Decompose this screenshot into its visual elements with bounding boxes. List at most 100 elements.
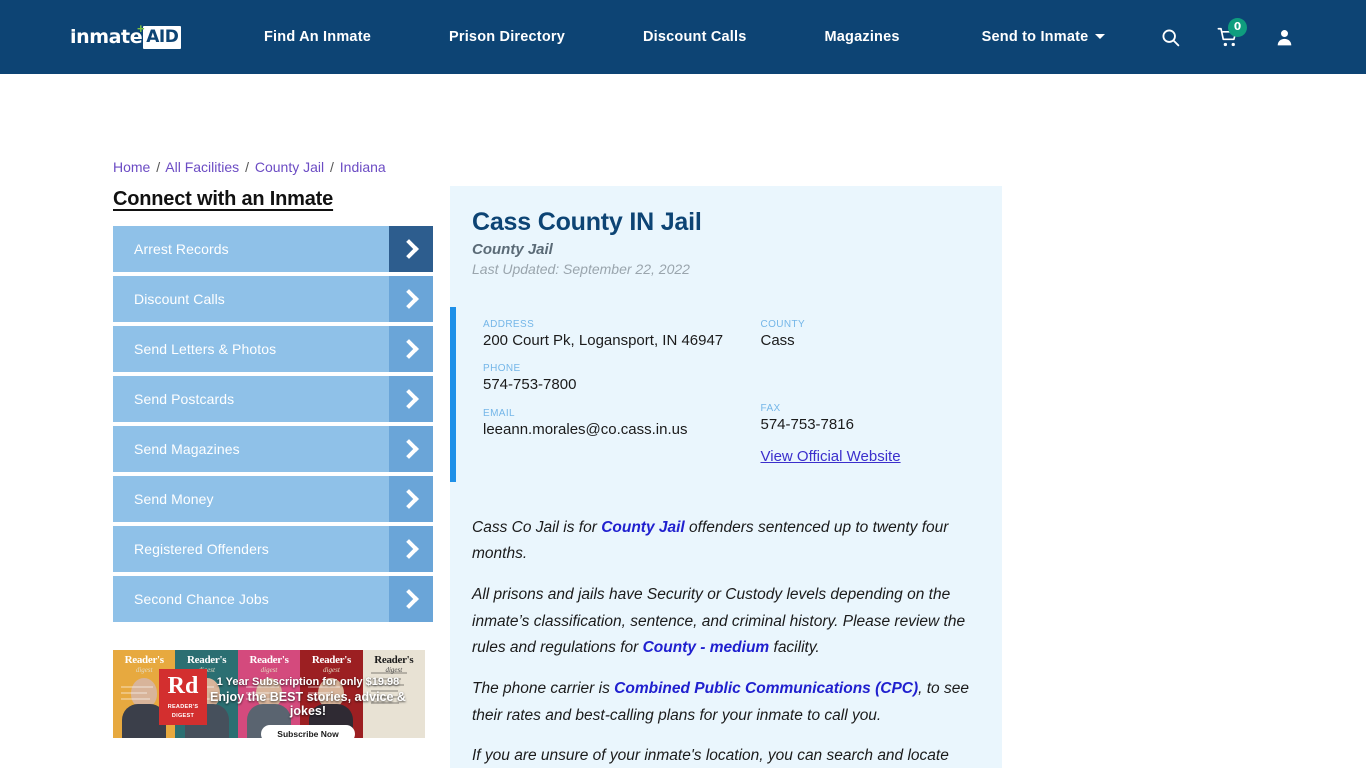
ad-cover-title: Reader's xyxy=(311,654,351,666)
sidebar-item-send-postcards[interactable]: Send Postcards xyxy=(113,376,433,422)
cart-count-badge: 0 xyxy=(1228,17,1247,37)
chevron-right-icon xyxy=(389,526,433,572)
sidebar-item-second-chance-jobs[interactable]: Second Chance Jobs xyxy=(113,576,433,622)
sidebar-item-send-magazines[interactable]: Send Magazines xyxy=(113,426,433,472)
sidebar-item-registered-offenders[interactable]: Registered Offenders xyxy=(113,526,433,572)
nav-item-find-an-inmate[interactable]: Find An Inmate xyxy=(264,29,371,45)
facility-type: County Jail xyxy=(472,241,553,258)
sidebar-item-label: Send Postcards xyxy=(113,376,389,422)
breadcrumb-item-home[interactable]: Home xyxy=(113,159,150,175)
contact-value-email: leeann.morales@co.cass.in.us xyxy=(483,420,688,438)
inline-link[interactable]: Combined Public Communications (CPC) xyxy=(614,680,918,697)
chevron-right-icon xyxy=(389,276,433,322)
page-title: Cass County IN Jail xyxy=(472,208,702,236)
ad-cover-title: Reader's xyxy=(374,654,414,666)
last-updated-text: Last Updated: September 22, 2022 xyxy=(472,261,690,277)
ad-cover-title: Reader's xyxy=(124,654,164,666)
cart-icon[interactable]: 0 xyxy=(1217,17,1247,48)
search-icon[interactable] xyxy=(1160,27,1181,48)
sidebar-item-label: Registered Offenders xyxy=(113,526,389,572)
user-icon[interactable] xyxy=(1275,27,1294,48)
breadcrumb: Home / All Facilities / County Jail / In… xyxy=(113,159,386,175)
chevron-right-icon xyxy=(389,426,433,472)
inline-link[interactable]: County - medium xyxy=(643,639,770,656)
contact-field-website: View Official Website xyxy=(761,448,981,466)
ad-cover-title: Reader's xyxy=(249,654,289,666)
contact-label-address: ADDRESS xyxy=(483,319,535,330)
contact-value-address: 200 Court Pk, Logansport, IN 46947 xyxy=(483,332,724,349)
contact-value-fax: 574-753-7816 xyxy=(760,416,854,434)
breadcrumb-separator: / xyxy=(156,159,161,175)
nav-item-discount-calls[interactable]: Discount Calls xyxy=(643,29,747,45)
contact-label-email: EMAIL xyxy=(483,407,516,419)
breadcrumb-item-indiana[interactable]: Indiana xyxy=(340,159,386,175)
site-logo[interactable]: inmate + AID xyxy=(70,21,192,53)
sidebar-item-label: Send Letters & Photos xyxy=(113,326,389,372)
inline-text: facility. xyxy=(769,639,820,657)
description-paragraph: The phone carrier is Combined Public Com… xyxy=(472,676,978,729)
official-website-link[interactable]: View Official Website xyxy=(761,448,901,465)
ad-cover-subtitle: digest xyxy=(260,666,278,674)
chevron-right-icon xyxy=(389,476,433,522)
logo-wordmark: inmate xyxy=(70,26,143,48)
inline-text: The phone carrier is xyxy=(472,679,615,697)
ad-cover-title: Reader's xyxy=(187,654,227,666)
chevron-right-icon xyxy=(389,226,433,272)
contact-field-address: ADDRESS 200 Court Pk, Logansport, IN 469… xyxy=(483,319,732,350)
sidebar: Connect with an Inmate Arrest Records Di… xyxy=(113,188,433,626)
inline-link[interactable]: County Jail xyxy=(601,519,685,536)
ad-magazine-cover: Reader's digest xyxy=(300,650,363,738)
nav-item-magazines[interactable]: Magazines xyxy=(825,29,900,45)
nav-item-prison-directory[interactable]: Prison Directory xyxy=(449,29,565,45)
facility-card: Cass County IN Jail County Jail Last Upd… xyxy=(450,186,1002,768)
chevron-down-icon xyxy=(1095,34,1106,39)
advertisement-banner[interactable]: Reader's digest Reader's digest Reader's… xyxy=(113,650,425,738)
page-body: Home / All Facilities / County Jail / In… xyxy=(0,74,1366,768)
contact-field-phone: PHONE 574-753-7800 xyxy=(483,363,732,394)
main-navigation: Find An Inmate Prison Directory Discount… xyxy=(264,29,1112,45)
ad-magazine-cover: Reader's digest xyxy=(237,650,301,738)
logo-badge: AID xyxy=(143,25,182,49)
breadcrumb-item-all-facilities[interactable]: All Facilities xyxy=(165,159,239,175)
contact-field-county: COUNTY Cass xyxy=(761,319,981,350)
contact-value-phone: 574-753-7800 xyxy=(483,376,577,394)
description-paragraph: Cass Co Jail is for County Jail offender… xyxy=(472,515,978,568)
sidebar-heading: Connect with an Inmate xyxy=(113,188,334,210)
sidebar-item-send-letters-photos[interactable]: Send Letters & Photos xyxy=(113,326,433,372)
header-icon-group: 0 xyxy=(1160,17,1294,48)
facility-header: Cass County IN Jail County Jail Last Upd… xyxy=(450,208,1002,277)
sidebar-item-discount-calls[interactable]: Discount Calls xyxy=(113,276,433,322)
sidebar-item-send-money[interactable]: Send Money xyxy=(113,476,433,522)
description-paragraph: If you are unsure of your inmate's locat… xyxy=(472,743,978,768)
contact-label-fax: FAX xyxy=(760,403,781,415)
inline-text: Cass Co Jail is for xyxy=(472,518,602,536)
breadcrumb-separator: / xyxy=(330,159,334,175)
ad-cover-subtitle: digest xyxy=(323,666,340,674)
facility-description: Cass Co Jail is for County Jail offender… xyxy=(450,515,1002,768)
chevron-right-icon xyxy=(389,576,433,622)
nav-item-send-to-inmate[interactable]: Send to Inmate xyxy=(982,29,1106,45)
contact-column-right: COUNTY Cass FAX 574-753-7816 View Offici… xyxy=(732,319,981,466)
logo-plus-icon: + xyxy=(137,21,145,36)
chevron-right-icon xyxy=(389,376,433,422)
facility-contact-block: ADDRESS 200 Court Pk, Logansport, IN 469… xyxy=(450,307,1002,482)
contact-column-left: ADDRESS 200 Court Pk, Logansport, IN 469… xyxy=(483,319,732,466)
ad-brand-name: READER'S DIGEST xyxy=(167,704,199,719)
contact-label-phone: PHONE xyxy=(483,363,521,375)
sidebar-item-label: Send Magazines xyxy=(113,426,389,472)
breadcrumb-item-county-jail[interactable]: County Jail xyxy=(255,159,324,175)
layout-spacer xyxy=(761,363,981,403)
site-header: inmate + AID Find An Inmate Prison Direc… xyxy=(0,0,1366,74)
nav-item-send-to-inmate-label: Send to Inmate xyxy=(981,29,1089,45)
breadcrumb-separator: / xyxy=(245,159,249,175)
ad-brand-initials: Rd xyxy=(167,673,199,700)
ad-brand-logo: Rd READER'S DIGEST xyxy=(159,669,207,725)
description-paragraph: All prisons and jails have Security or C… xyxy=(472,582,978,662)
contact-label-county: COUNTY xyxy=(760,319,806,330)
sidebar-item-label: Arrest Records xyxy=(113,226,389,272)
ad-magazine-cover: Reader's digest xyxy=(362,650,425,738)
sidebar-item-label: Send Money xyxy=(113,476,389,522)
inline-text: If you are unsure of your inmate's locat… xyxy=(472,747,949,765)
contact-field-fax: FAX 574-753-7816 xyxy=(761,403,981,434)
sidebar-item-arrest-records[interactable]: Arrest Records xyxy=(113,226,433,272)
